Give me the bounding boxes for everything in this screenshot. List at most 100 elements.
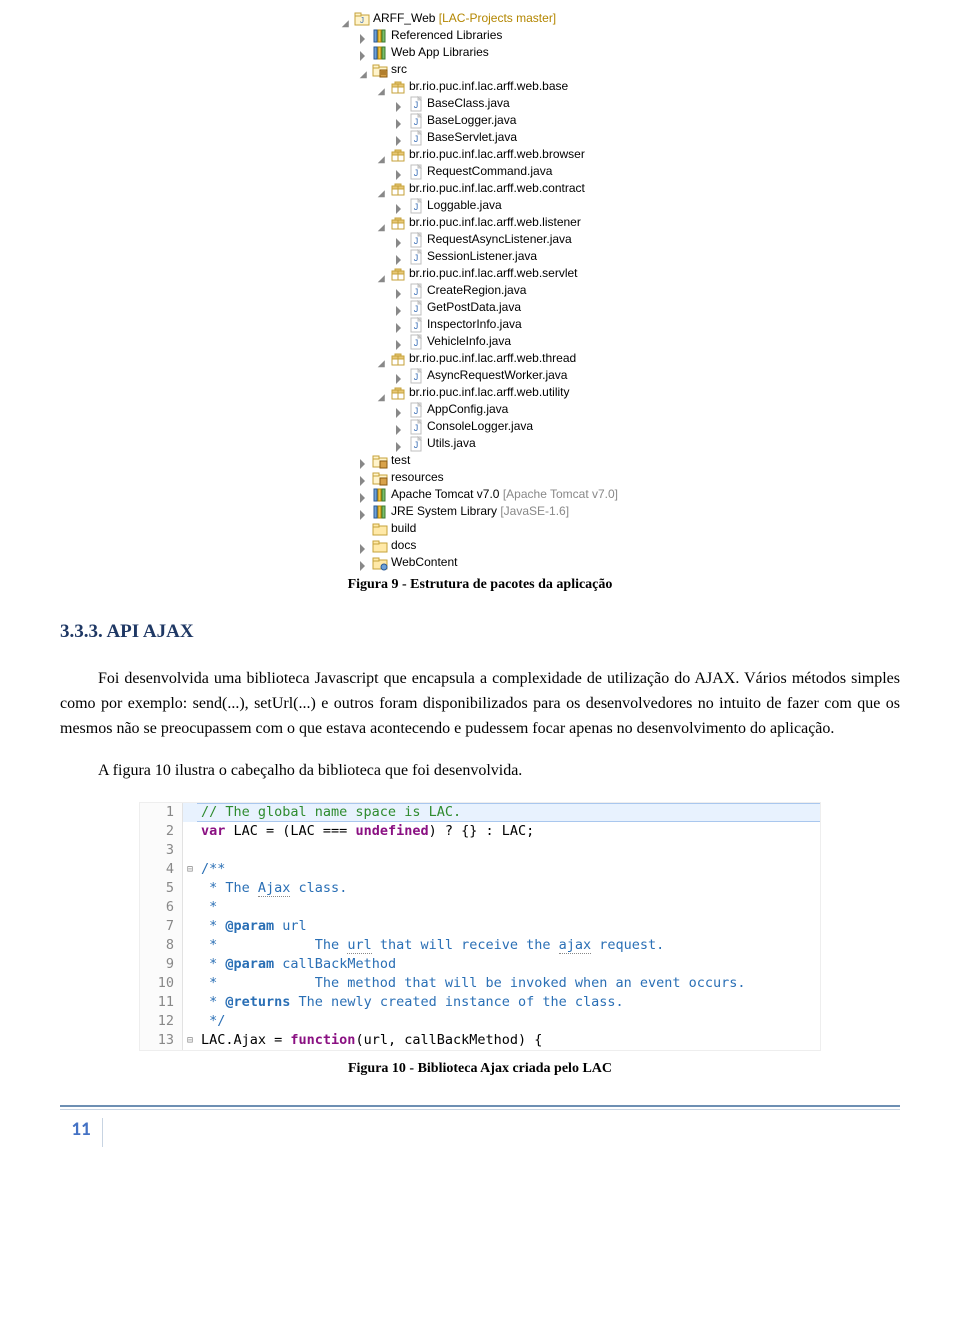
tree-label: br.rio.puc.inf.lac.arff.web.base bbox=[409, 78, 568, 95]
expand-icon[interactable] bbox=[342, 14, 352, 24]
tree-row-java-file[interactable]: JLoggable.java bbox=[342, 197, 618, 214]
tree-row-src[interactable]: src bbox=[342, 61, 618, 78]
expand-icon[interactable] bbox=[396, 371, 406, 381]
tree-row-tomcat[interactable]: Apache Tomcat v7.0 [Apache Tomcat v7.0] bbox=[342, 486, 618, 503]
tree-row-package[interactable]: br.rio.puc.inf.lac.arff.web.utility bbox=[342, 384, 618, 401]
fold-gutter[interactable] bbox=[183, 803, 197, 822]
expand-icon[interactable] bbox=[360, 541, 370, 551]
expand-icon[interactable] bbox=[360, 473, 370, 483]
tree-row-java-file[interactable]: JAppConfig.java bbox=[342, 401, 618, 418]
tree-row-project[interactable]: J ARFF_Web [LAC-Projects master] bbox=[342, 10, 618, 27]
tree-row-java-file[interactable]: JVehicleInfo.java bbox=[342, 333, 618, 350]
expand-icon[interactable] bbox=[396, 116, 406, 126]
fold-gutter[interactable] bbox=[183, 879, 197, 898]
expand-icon[interactable] bbox=[396, 405, 406, 415]
tree-row-resources[interactable]: resources bbox=[342, 469, 618, 486]
tree-row-java-file[interactable]: JRequestCommand.java bbox=[342, 163, 618, 180]
fold-gutter[interactable] bbox=[183, 841, 197, 860]
expand-icon[interactable] bbox=[378, 218, 388, 228]
fold-gutter[interactable] bbox=[183, 936, 197, 955]
tree-label: docs bbox=[391, 537, 416, 554]
tree-label: BaseClass.java bbox=[427, 95, 510, 112]
fold-gutter[interactable] bbox=[183, 898, 197, 917]
expand-icon[interactable] bbox=[396, 422, 406, 432]
expand-icon[interactable] bbox=[396, 99, 406, 109]
tree-label: InspectorInfo.java bbox=[427, 316, 522, 333]
tree-row-java-file[interactable]: JUtils.java bbox=[342, 435, 618, 452]
expand-icon[interactable] bbox=[396, 439, 406, 449]
tree-row-java-file[interactable]: JGetPostData.java bbox=[342, 299, 618, 316]
svg-text:J: J bbox=[414, 134, 419, 144]
expand-icon[interactable] bbox=[396, 167, 406, 177]
tree-row-java-file[interactable]: JRequestAsyncListener.java bbox=[342, 231, 618, 248]
fold-gutter[interactable]: ⊟ bbox=[183, 860, 197, 879]
expand-icon[interactable] bbox=[360, 490, 370, 500]
line-number: 8 bbox=[140, 936, 183, 955]
tree-row-package[interactable]: br.rio.puc.inf.lac.arff.web.thread bbox=[342, 350, 618, 367]
tree-row-java-file[interactable]: JInspectorInfo.java bbox=[342, 316, 618, 333]
tree-row-java-file[interactable]: JCreateRegion.java bbox=[342, 282, 618, 299]
java-file-icon: J bbox=[408, 317, 424, 333]
body-paragraph-1: Foi desenvolvida uma biblioteca Javascri… bbox=[60, 667, 900, 741]
tree-row-package[interactable]: br.rio.puc.inf.lac.arff.web.listener bbox=[342, 214, 618, 231]
expand-icon[interactable] bbox=[360, 31, 370, 41]
line-number: 5 bbox=[140, 879, 183, 898]
tree-row-build[interactable]: build bbox=[342, 520, 618, 537]
tree-row-package[interactable]: br.rio.puc.inf.lac.arff.web.browser bbox=[342, 146, 618, 163]
tree-row-webcontent[interactable]: WebContent bbox=[342, 554, 618, 571]
fold-gutter[interactable] bbox=[183, 1012, 197, 1031]
code-line: 4⊟/** bbox=[140, 860, 820, 879]
expand-icon[interactable] bbox=[360, 507, 370, 517]
fold-gutter[interactable] bbox=[183, 993, 197, 1012]
expand-icon[interactable] bbox=[396, 235, 406, 245]
line-number: 10 bbox=[140, 974, 183, 993]
code-text: * @param url bbox=[197, 917, 820, 936]
fold-gutter[interactable] bbox=[183, 955, 197, 974]
tree-row-package[interactable]: br.rio.puc.inf.lac.arff.web.servlet bbox=[342, 265, 618, 282]
tree-row-docs[interactable]: docs bbox=[342, 537, 618, 554]
expand-icon[interactable] bbox=[396, 133, 406, 143]
tree-decoration: [Apache Tomcat v7.0] bbox=[499, 486, 618, 503]
tree-row-java-file[interactable]: JConsoleLogger.java bbox=[342, 418, 618, 435]
code-line: 6 * bbox=[140, 898, 820, 917]
tree-row-package[interactable]: br.rio.puc.inf.lac.arff.web.base bbox=[342, 78, 618, 95]
tree-row-java-file[interactable]: JAsyncRequestWorker.java bbox=[342, 367, 618, 384]
tree-label: Apache Tomcat v7.0 bbox=[391, 486, 500, 503]
expand-icon[interactable] bbox=[396, 252, 406, 262]
expand-icon[interactable] bbox=[378, 184, 388, 194]
expand-icon[interactable] bbox=[378, 150, 388, 160]
fold-gutter[interactable] bbox=[183, 822, 197, 841]
package-icon bbox=[390, 147, 406, 163]
tree-label: BaseLogger.java bbox=[427, 112, 516, 129]
tree-row-jre[interactable]: JRE System Library [JavaSE-1.6] bbox=[342, 503, 618, 520]
tree-row-package[interactable]: br.rio.puc.inf.lac.arff.web.contract bbox=[342, 180, 618, 197]
expand-icon[interactable] bbox=[378, 82, 388, 92]
fold-gutter[interactable] bbox=[183, 974, 197, 993]
expand-icon[interactable] bbox=[378, 354, 388, 364]
tree-row-webapp-libs[interactable]: Web App Libraries bbox=[342, 44, 618, 61]
expand-icon[interactable] bbox=[360, 48, 370, 58]
code-text: * The url that will receive the ajax req… bbox=[197, 936, 820, 955]
tree-row-java-file[interactable]: JSessionListener.java bbox=[342, 248, 618, 265]
tree-row-ref-libs[interactable]: Referenced Libraries bbox=[342, 27, 618, 44]
expand-icon[interactable] bbox=[378, 269, 388, 279]
expand-icon[interactable] bbox=[378, 388, 388, 398]
fold-gutter[interactable]: ⊟ bbox=[183, 1031, 197, 1050]
expand-icon[interactable] bbox=[360, 65, 370, 75]
tree-label: br.rio.puc.inf.lac.arff.web.thread bbox=[409, 350, 576, 367]
expand-icon[interactable] bbox=[396, 201, 406, 211]
line-number: 6 bbox=[140, 898, 183, 917]
expand-icon[interactable] bbox=[396, 337, 406, 347]
expand-icon[interactable] bbox=[396, 286, 406, 296]
java-file-icon: J bbox=[408, 283, 424, 299]
tree-row-java-file[interactable]: JBaseServlet.java bbox=[342, 129, 618, 146]
code-line: 11 * @returns The newly created instance… bbox=[140, 993, 820, 1012]
tree-row-java-file[interactable]: JBaseClass.java bbox=[342, 95, 618, 112]
tree-row-java-file[interactable]: JBaseLogger.java bbox=[342, 112, 618, 129]
tree-row-test[interactable]: test bbox=[342, 452, 618, 469]
expand-icon[interactable] bbox=[360, 558, 370, 568]
expand-icon[interactable] bbox=[360, 456, 370, 466]
expand-icon[interactable] bbox=[396, 320, 406, 330]
fold-gutter[interactable] bbox=[183, 917, 197, 936]
expand-icon[interactable] bbox=[396, 303, 406, 313]
